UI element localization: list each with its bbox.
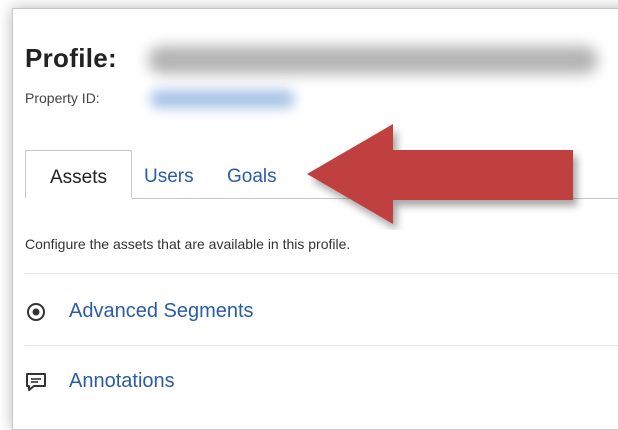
redacted-profile-name — [148, 46, 598, 74]
divider — [25, 345, 618, 346]
comment-icon — [25, 371, 47, 393]
redacted-property-id — [150, 90, 295, 108]
asset-label: Advanced Segments — [69, 300, 254, 322]
radio-target-icon — [25, 301, 47, 323]
tab-assets[interactable]: Assets — [25, 150, 132, 199]
tab-goals[interactable]: Goals — [227, 150, 277, 196]
asset-annotations[interactable]: Annotations — [25, 370, 175, 393]
property-id-label: Property ID: — [25, 90, 100, 106]
tab-users[interactable]: Users — [144, 150, 194, 196]
asset-advanced-segments[interactable]: Advanced Segments — [25, 300, 254, 323]
highlight-arrow-icon — [307, 124, 573, 224]
divider — [25, 273, 618, 274]
page-title: Profile: — [25, 43, 117, 73]
assets-description: Configure the assets that are available … — [25, 236, 351, 252]
asset-label: Annotations — [69, 370, 175, 392]
